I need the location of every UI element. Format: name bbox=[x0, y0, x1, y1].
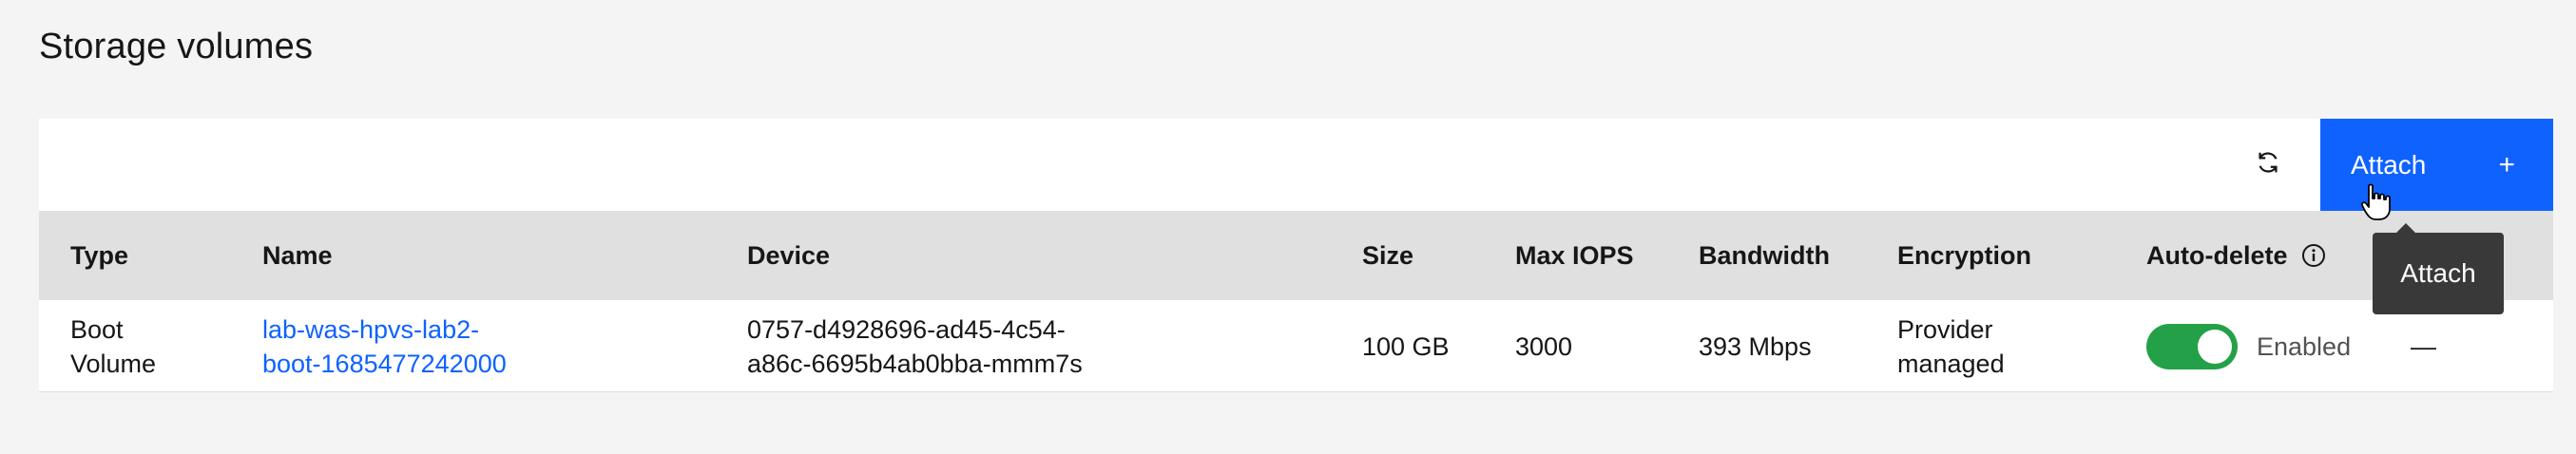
cell-device-line1: 0757-d4928696-ad45-4c54- bbox=[747, 314, 1066, 344]
cell-type-line2: Volume bbox=[70, 349, 157, 378]
table-header: Type Name Device Size Max IOPS Bandwidth… bbox=[39, 211, 2553, 300]
column-header-type[interactable]: Type bbox=[70, 211, 128, 300]
toggle-knob bbox=[2198, 329, 2232, 364]
refresh-button[interactable] bbox=[2221, 119, 2314, 211]
column-header-bandwidth[interactable]: Bandwidth bbox=[1699, 211, 1830, 300]
attach-button-label: Attach bbox=[2351, 149, 2427, 180]
cell-size: 100 GB bbox=[1362, 331, 1450, 361]
hand-cursor-icon bbox=[2360, 183, 2393, 226]
info-icon[interactable] bbox=[2301, 243, 2326, 268]
cell-auto-delete: Enabled bbox=[2146, 300, 2351, 392]
storage-volumes-page: Storage volumes Attach + Type Name Devic… bbox=[0, 0, 2576, 454]
tooltip-caret bbox=[2396, 223, 2415, 233]
column-header-size[interactable]: Size bbox=[1362, 211, 1413, 300]
column-header-device[interactable]: Device bbox=[747, 211, 830, 300]
column-header-auto-delete[interactable]: Auto-delete bbox=[2146, 211, 2326, 300]
cell-encryption-line1: Provider bbox=[1897, 314, 1993, 344]
cell-type: Boot Volume bbox=[70, 300, 156, 392]
table-row: Boot Volume lab-was-hpvs-lab2- boot-1685… bbox=[39, 300, 2553, 392]
volume-name-link[interactable]: lab-was-hpvs-lab2- boot-1685477242000 bbox=[262, 300, 507, 392]
column-header-name[interactable]: Name bbox=[262, 211, 333, 300]
refresh-icon bbox=[2254, 148, 2282, 181]
attach-button[interactable]: Attach + bbox=[2320, 119, 2553, 211]
column-header-encryption[interactable]: Encryption bbox=[1897, 211, 2031, 300]
cell-bandwidth: 393 Mbps bbox=[1699, 331, 1812, 361]
table-toolbar: Attach + bbox=[39, 119, 2553, 211]
add-icon: + bbox=[2498, 148, 2515, 180]
cell-type-line1: Boot bbox=[70, 314, 124, 344]
attach-tooltip: Attach bbox=[2373, 233, 2504, 314]
auto-delete-toggle[interactable] bbox=[2146, 323, 2238, 369]
volume-name-line2: boot-1685477242000 bbox=[262, 349, 507, 378]
storage-volumes-table: Attach + Type Name Device Size Max IOPS … bbox=[39, 119, 2553, 392]
auto-delete-header-label: Auto-delete bbox=[2146, 240, 2288, 270]
volume-name-line1: lab-was-hpvs-lab2- bbox=[262, 314, 480, 344]
page-title: Storage volumes bbox=[39, 27, 314, 66]
cell-max-iops: 3000 bbox=[1515, 331, 1573, 361]
cell-device-line2: a86c-6695b4ab0bba-mmm7s bbox=[747, 349, 1083, 378]
column-header-max-iops[interactable]: Max IOPS bbox=[1515, 211, 1634, 300]
cell-encryption: Provider managed bbox=[1897, 300, 2005, 392]
cell-device: 0757-d4928696-ad45-4c54- a86c-6695b4ab0b… bbox=[747, 300, 1083, 392]
auto-delete-status: Enabled bbox=[2257, 331, 2352, 361]
cell-encryption-line2: managed bbox=[1897, 349, 2005, 378]
